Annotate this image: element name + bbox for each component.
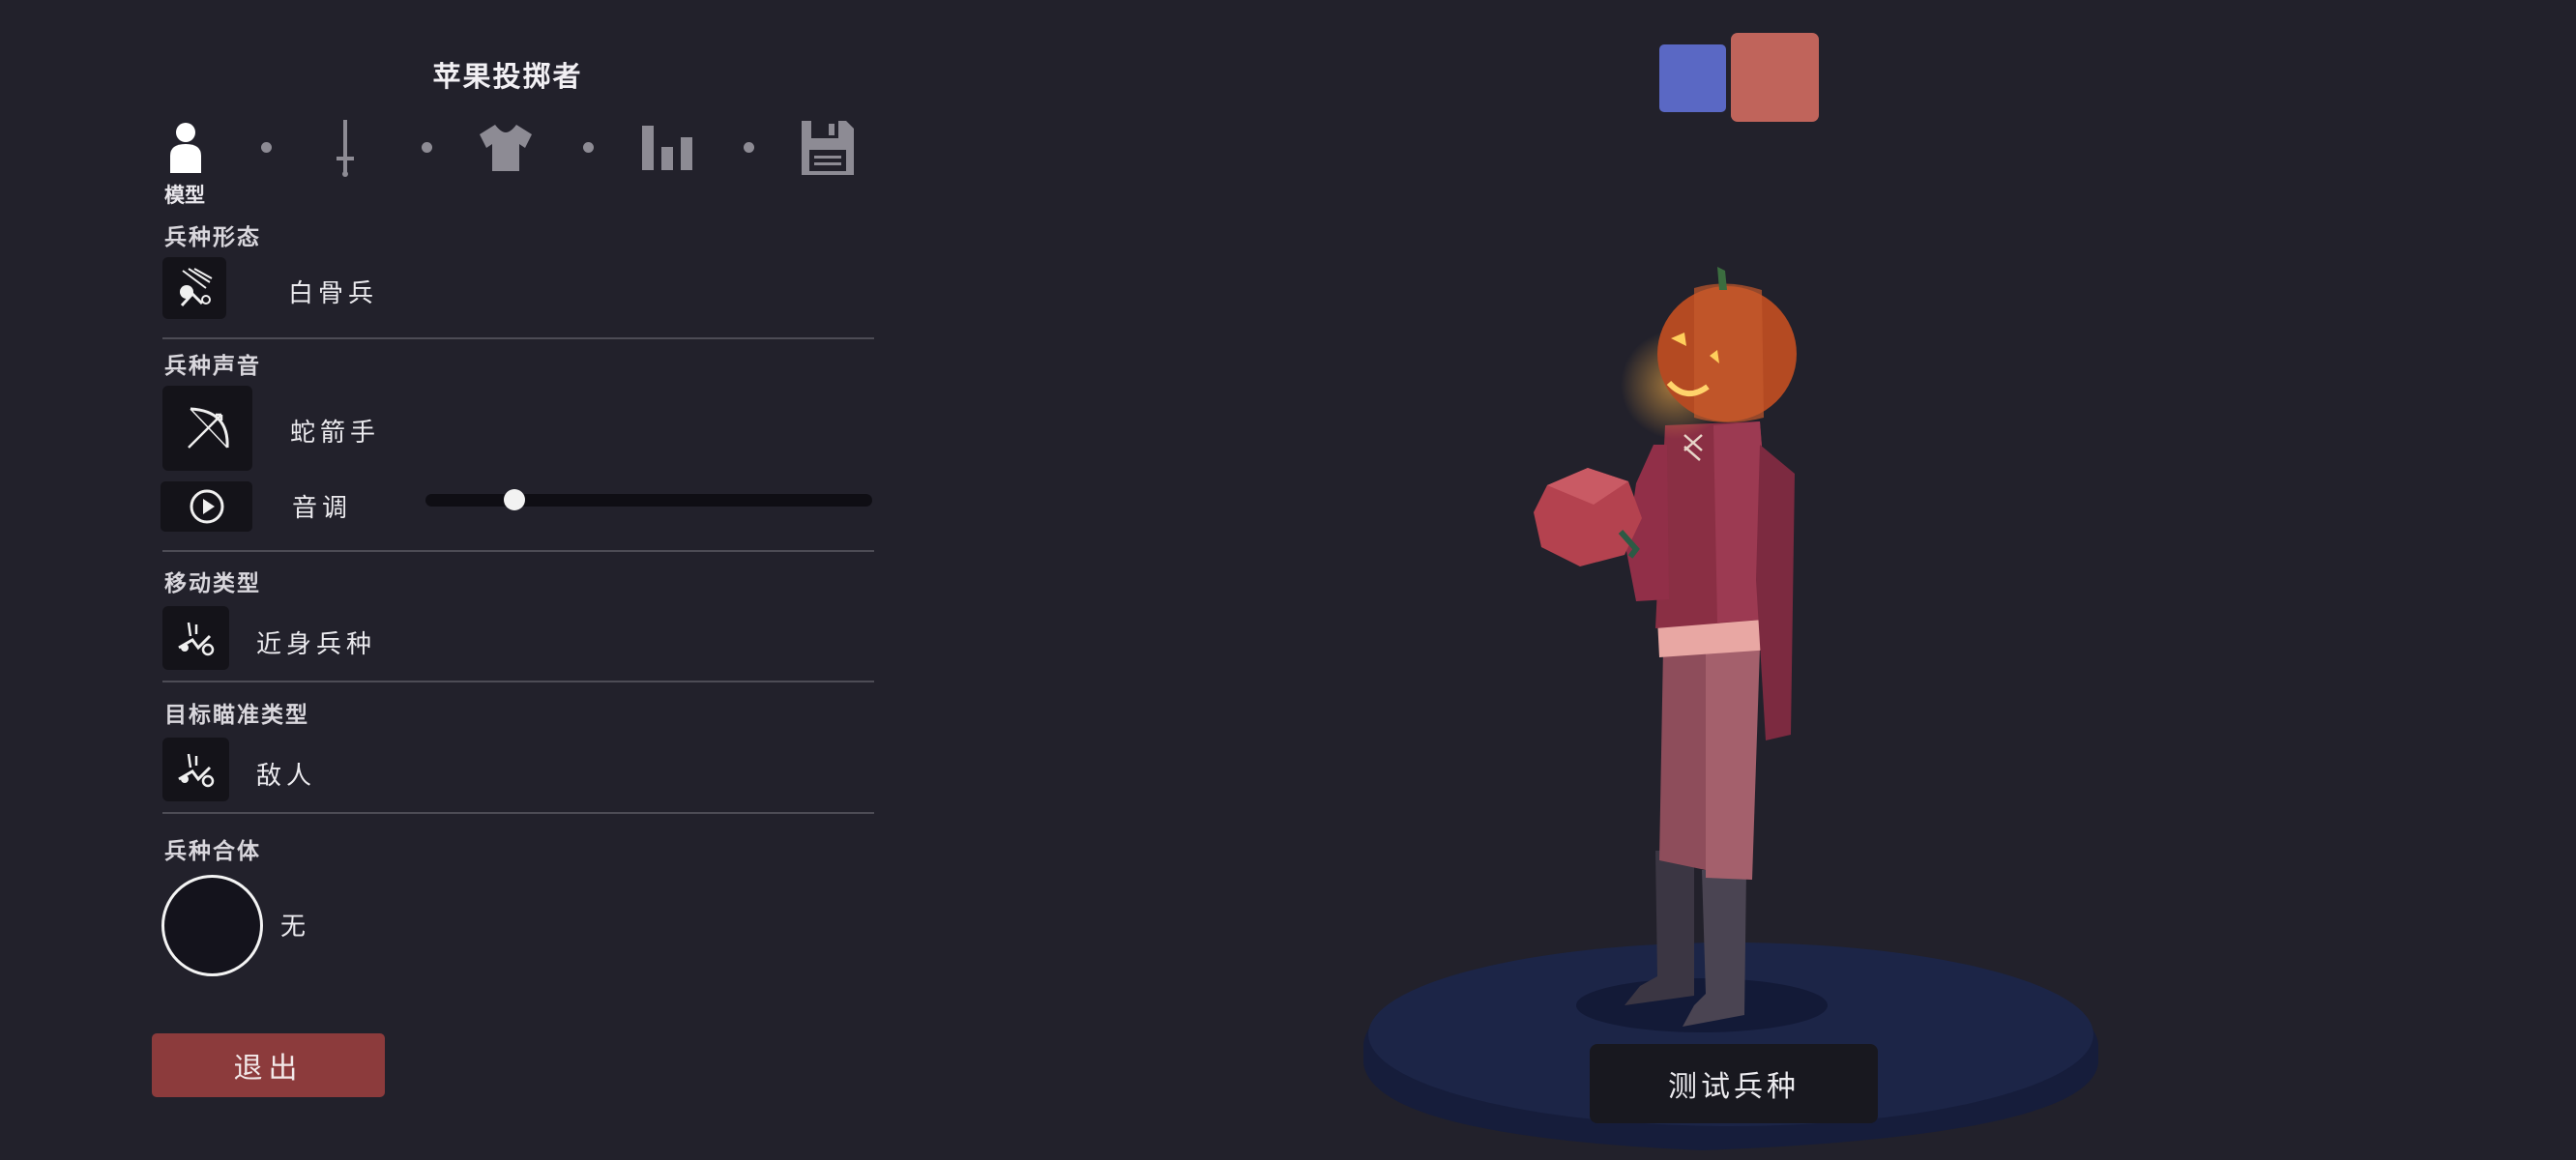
unit-combine-value: 无 bbox=[280, 913, 311, 942]
step-save[interactable] bbox=[794, 114, 862, 182]
unit-voice-label: 兵种声音 bbox=[164, 354, 261, 379]
team-red-swatch[interactable] bbox=[1733, 35, 1817, 120]
skeleton-icon bbox=[180, 268, 213, 307]
section-divider bbox=[162, 812, 874, 814]
step-separator bbox=[422, 142, 432, 153]
sword-icon bbox=[337, 120, 354, 177]
step-separator bbox=[261, 142, 272, 153]
unit-voice-button[interactable] bbox=[162, 386, 252, 471]
pitch-label: 音调 bbox=[292, 494, 353, 523]
movement-type-button[interactable] bbox=[162, 606, 229, 670]
unit-name-title[interactable]: 苹果投掷者 bbox=[358, 54, 658, 95]
melee-icon bbox=[177, 753, 214, 788]
floppy-disk-icon bbox=[802, 121, 854, 175]
target-type-button[interactable] bbox=[162, 738, 229, 801]
unit-form-value: 白骨兵 bbox=[288, 279, 379, 308]
target-type-value: 敌人 bbox=[256, 762, 317, 791]
section-divider bbox=[162, 550, 874, 552]
target-type-label: 目标瞄准类型 bbox=[164, 703, 309, 728]
unit-editor-panel: 苹果投掷者 模型 兵种形态 白骨兵 兵种声音 蛇箭手 音调 移动类型 近身兵种 … bbox=[0, 0, 890, 1160]
step-stats[interactable] bbox=[633, 114, 701, 182]
step-clothing[interactable] bbox=[472, 114, 540, 182]
movement-type-value: 近身兵种 bbox=[256, 630, 377, 659]
unit-combine-label: 兵种合体 bbox=[164, 839, 261, 864]
unit-preview[interactable] bbox=[1334, 232, 2127, 1160]
unit-combine-slot[interactable] bbox=[161, 875, 263, 976]
unit-voice-value: 蛇箭手 bbox=[290, 419, 381, 448]
bar-chart-icon bbox=[642, 126, 692, 170]
pitch-slider-handle[interactable] bbox=[504, 489, 526, 510]
play-icon bbox=[190, 489, 223, 524]
step-separator bbox=[744, 142, 754, 153]
step-label-model: 模型 bbox=[164, 184, 205, 207]
melee-icon bbox=[177, 622, 214, 656]
step-model[interactable] bbox=[152, 114, 220, 182]
bow-icon bbox=[187, 407, 229, 449]
section-divider bbox=[162, 681, 874, 682]
unit-form-label: 兵种形态 bbox=[164, 225, 261, 250]
left-leg bbox=[1659, 648, 1708, 870]
team-blue-swatch[interactable] bbox=[1659, 44, 1726, 112]
movement-type-label: 移动类型 bbox=[164, 571, 261, 596]
unit-form-button[interactable] bbox=[162, 257, 226, 319]
step-weapons[interactable] bbox=[311, 114, 379, 182]
pumpkin-rib bbox=[1694, 283, 1764, 422]
back-arm bbox=[1756, 445, 1795, 740]
exit-button[interactable]: 退出 bbox=[152, 1033, 385, 1097]
person-icon bbox=[170, 123, 201, 173]
play-voice-button[interactable] bbox=[161, 481, 252, 532]
step-separator bbox=[583, 142, 594, 153]
test-unit-button[interactable]: 测试兵种 bbox=[1590, 1044, 1878, 1123]
right-leg bbox=[1706, 648, 1760, 880]
pitch-slider[interactable] bbox=[425, 494, 872, 507]
shirt-icon bbox=[480, 125, 532, 171]
section-divider bbox=[162, 337, 874, 339]
